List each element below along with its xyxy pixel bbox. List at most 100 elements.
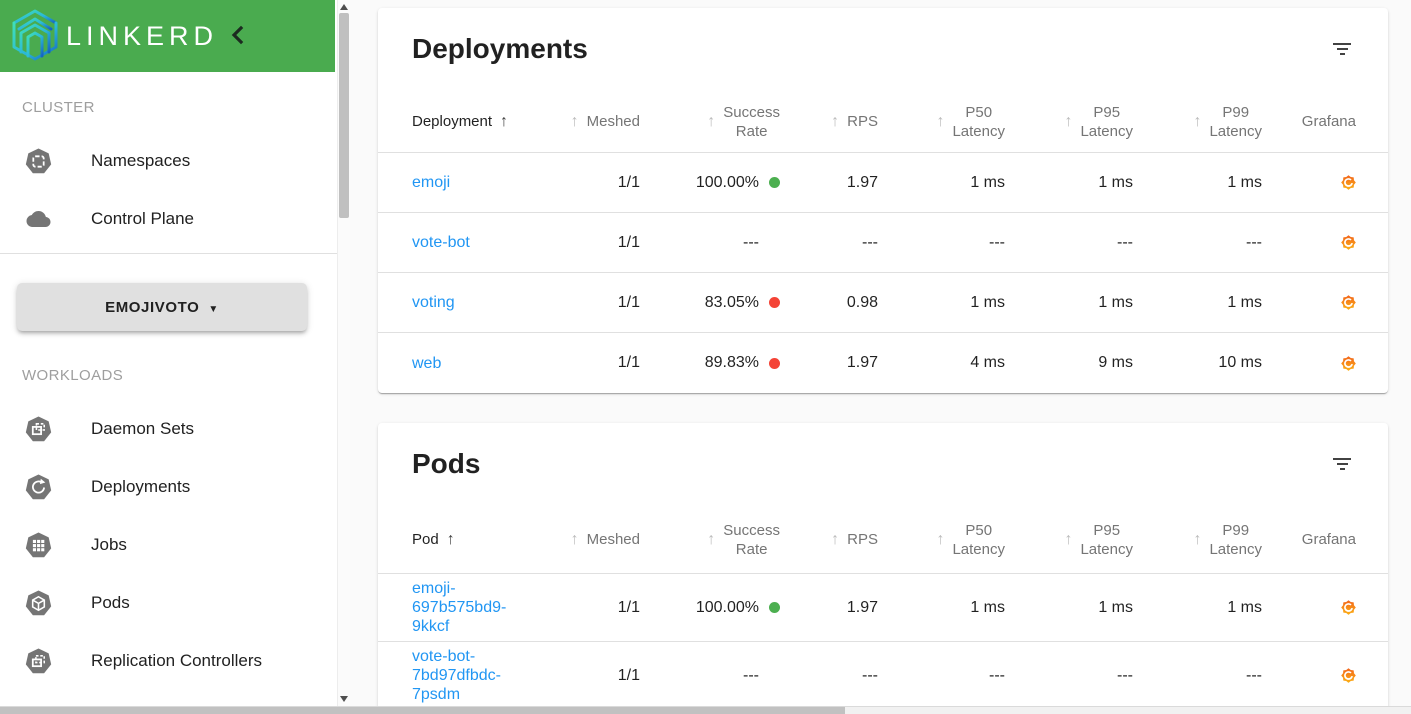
sidebar-item-daemon-sets[interactable]: Daemon Sets bbox=[0, 400, 337, 458]
table-row: emoji-697b575bd9-9kkcf 1/1 100.00% 1.97 … bbox=[378, 574, 1388, 642]
sort-arrow-icon: ↑ bbox=[831, 531, 840, 548]
p50-cell: --- bbox=[989, 233, 1005, 251]
sort-arrow-icon: ↑ bbox=[936, 113, 945, 130]
pod-link[interactable]: emoji-697b575bd9-9kkcf bbox=[412, 579, 522, 636]
rps-cell: 1.97 bbox=[846, 598, 878, 616]
p95-cell: 1 ms bbox=[1098, 173, 1133, 191]
sidebar-scrollbar[interactable] bbox=[337, 0, 350, 706]
deployment-link[interactable]: vote-bot bbox=[412, 233, 522, 252]
scroll-up-arrow-icon[interactable] bbox=[340, 4, 348, 10]
scroll-down-arrow-icon[interactable] bbox=[340, 696, 348, 702]
namespace-selector-button[interactable]: EMOJIVOTO ▼ bbox=[17, 283, 307, 331]
pod-link[interactable]: vote-bot-7bd97dfbdc-7psdm bbox=[412, 647, 522, 704]
cluster-section-label: CLUSTER bbox=[22, 99, 95, 116]
column-header-p99[interactable]: ↑ P99 Latency bbox=[1133, 521, 1262, 559]
pods-card: Pods Pod ↑ ↑ Meshed ↑ Success Rate ↑ RPS… bbox=[378, 423, 1388, 714]
sidebar-item-jobs[interactable]: Jobs bbox=[0, 516, 337, 574]
linkerd-dashboard: LINKERD CLUSTER Namespaces Control Plane… bbox=[0, 0, 1411, 714]
rps-cell: --- bbox=[862, 666, 878, 684]
sort-arrow-icon: ↑ bbox=[707, 113, 716, 130]
sidebar-item-deployments[interactable]: Deployments bbox=[0, 458, 337, 516]
deployments-icon bbox=[25, 474, 52, 501]
p50-cell: 1 ms bbox=[970, 173, 1005, 191]
table-row: vote-bot-7bd97dfbdc-7psdm 1/1 --- --- --… bbox=[378, 642, 1388, 710]
deployment-link[interactable]: web bbox=[412, 354, 522, 373]
success-rate-cell: --- bbox=[743, 666, 759, 684]
success-rate-cell: 100.00% bbox=[640, 174, 780, 192]
column-header-meshed[interactable]: ↑ Meshed bbox=[522, 530, 640, 549]
p99-cell: 1 ms bbox=[1227, 293, 1262, 311]
column-header-deployment[interactable]: Deployment ↑ bbox=[378, 112, 522, 131]
column-header-p99[interactable]: ↑ P99 Latency bbox=[1133, 103, 1262, 141]
status-dot bbox=[769, 177, 780, 188]
column-header-rps[interactable]: ↑ RPS bbox=[780, 530, 878, 549]
column-header-p50[interactable]: ↑ P50 Latency bbox=[878, 521, 1005, 559]
p50-cell: 4 ms bbox=[970, 354, 1005, 371]
filter-button[interactable] bbox=[1332, 42, 1352, 58]
column-header-success-rate[interactable]: ↑ Success Rate bbox=[640, 521, 780, 559]
sidebar: LINKERD CLUSTER Namespaces Control Plane… bbox=[0, 0, 350, 714]
grafana-icon bbox=[1341, 175, 1356, 190]
meshed-cell: 1/1 bbox=[617, 173, 640, 191]
namespaces-icon bbox=[25, 148, 52, 175]
p50-cell: 1 ms bbox=[970, 293, 1005, 311]
sort-arrow-icon: ↑ bbox=[1193, 113, 1202, 130]
grafana-link[interactable] bbox=[1341, 355, 1356, 371]
sidebar-item-label: Daemon Sets bbox=[91, 419, 194, 438]
p95-cell: 9 ms bbox=[1098, 354, 1133, 371]
p95-cell: --- bbox=[1117, 233, 1133, 251]
sort-arrow-icon: ↑ bbox=[1064, 531, 1073, 548]
column-header-p95[interactable]: ↑ P95 Latency bbox=[1005, 521, 1133, 559]
deployments-card: Deployments Deployment ↑ ↑ Meshed ↑ Succ… bbox=[378, 8, 1388, 393]
sidebar-item-label: Jobs bbox=[91, 535, 127, 554]
p99-cell: 1 ms bbox=[1227, 173, 1262, 191]
sort-arrow-icon: ↑ bbox=[570, 113, 579, 130]
grafana-link[interactable] bbox=[1341, 235, 1356, 250]
deployment-link[interactable]: emoji bbox=[412, 173, 522, 192]
sidebar-item-label: Control Plane bbox=[91, 209, 195, 228]
column-header-rps[interactable]: ↑ RPS bbox=[780, 112, 878, 131]
sort-arrow-icon: ↑ bbox=[936, 531, 945, 548]
filter-button[interactable] bbox=[1332, 457, 1352, 473]
jobs-icon bbox=[25, 532, 52, 559]
grafana-link[interactable] bbox=[1341, 175, 1356, 190]
column-header-p95[interactable]: ↑ P95 Latency bbox=[1005, 103, 1133, 141]
sidebar-item-label: Replication Controllers bbox=[91, 651, 263, 670]
column-header-success-rate[interactable]: ↑ Success Rate bbox=[640, 103, 780, 141]
column-header-p50[interactable]: ↑ P50 Latency bbox=[878, 103, 1005, 141]
meshed-cell: 1/1 bbox=[617, 354, 640, 371]
sidebar-item-replication-controllers[interactable]: Replication Controllers bbox=[0, 632, 337, 690]
rps-cell: --- bbox=[862, 233, 878, 251]
column-header-pod[interactable]: Pod ↑ bbox=[378, 530, 522, 549]
sidebar-item-namespaces[interactable]: Namespaces bbox=[0, 132, 337, 190]
sidebar-item-pods[interactable]: Pods bbox=[0, 574, 337, 632]
sidebar-item-control-plane[interactable]: Control Plane bbox=[0, 190, 337, 248]
rps-cell: 1.97 bbox=[846, 173, 878, 191]
grafana-link[interactable] bbox=[1341, 600, 1356, 615]
sort-arrow-icon: ↑ bbox=[1193, 531, 1202, 548]
p95-cell: --- bbox=[1117, 666, 1133, 684]
sidebar-header: LINKERD bbox=[0, 0, 335, 72]
workloads-section-label: WORKLOADS bbox=[22, 367, 124, 384]
deployment-link[interactable]: voting bbox=[412, 293, 522, 312]
sort-arrow-icon: ↑ bbox=[446, 531, 455, 548]
meshed-cell: 1/1 bbox=[617, 293, 640, 311]
success-rate-cell: 89.83% bbox=[640, 354, 780, 372]
p95-cell: 1 ms bbox=[1098, 293, 1133, 311]
grafana-link[interactable] bbox=[1341, 668, 1356, 683]
sidebar-divider bbox=[0, 253, 337, 254]
cloud-icon bbox=[25, 207, 52, 231]
grafana-link[interactable] bbox=[1341, 295, 1356, 310]
horizontal-scrollbar-thumb[interactable] bbox=[0, 707, 845, 714]
table-row: web 1/1 89.83% 1.97 4 ms 9 ms 10 ms bbox=[378, 333, 1388, 393]
success-rate-cell: 100.00% bbox=[640, 599, 780, 617]
deployments-card-title: Deployments bbox=[412, 33, 588, 64]
column-header-meshed[interactable]: ↑ Meshed bbox=[522, 112, 640, 131]
p99-cell: --- bbox=[1246, 666, 1262, 684]
sidebar-scrollbar-thumb[interactable] bbox=[339, 13, 349, 218]
status-dot bbox=[769, 602, 780, 613]
horizontal-scrollbar[interactable] bbox=[0, 706, 1411, 714]
sort-arrow-icon: ↑ bbox=[570, 531, 579, 548]
sidebar-collapse-button[interactable] bbox=[228, 25, 246, 48]
grafana-icon bbox=[1341, 600, 1356, 615]
